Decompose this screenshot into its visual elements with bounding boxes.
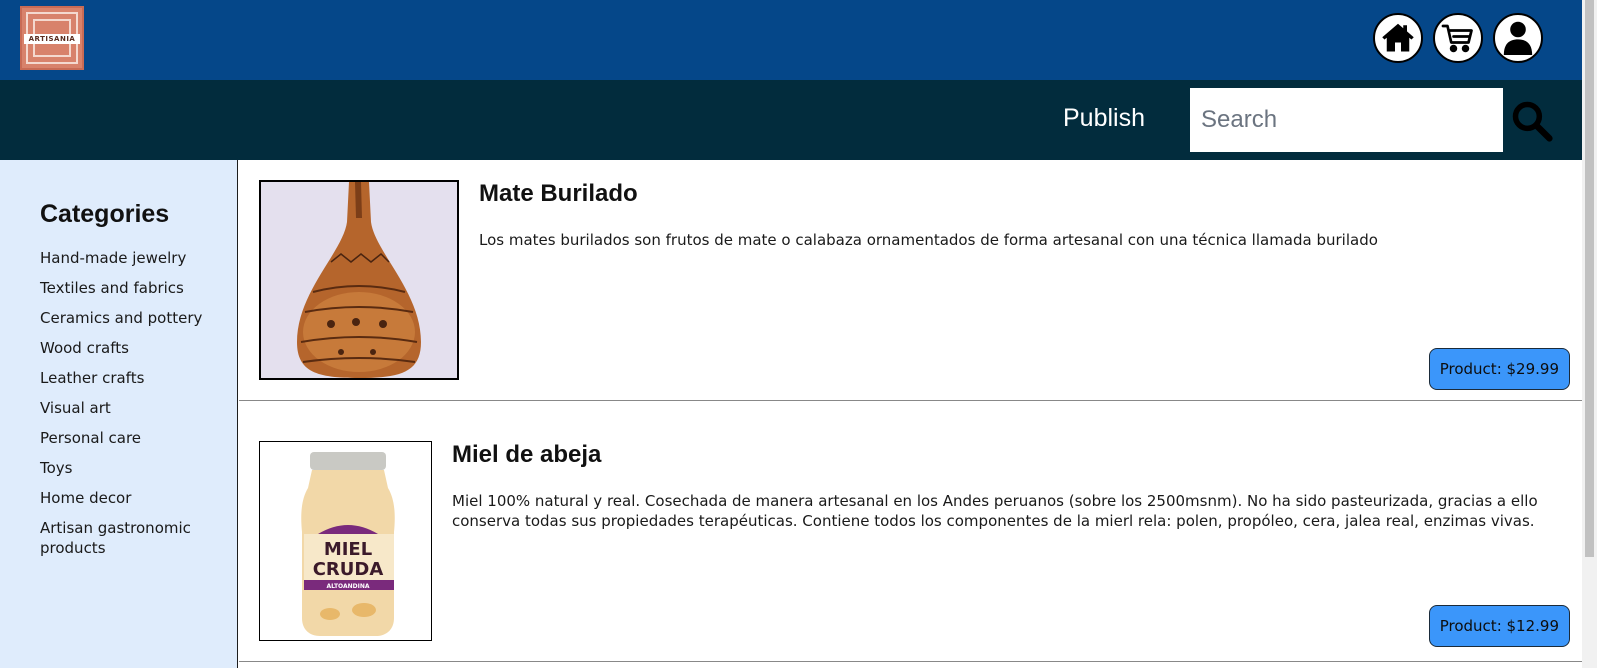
product-image-mate[interactable] xyxy=(259,180,459,380)
user-icon[interactable] xyxy=(1493,13,1543,63)
product-list: Mate Burilado Los mates burilados son fr… xyxy=(239,160,1582,668)
category-item-jewelry[interactable]: Hand-made jewelry xyxy=(40,248,230,268)
product-title[interactable]: Miel de abeja xyxy=(452,441,601,469)
category-item-textiles[interactable]: Textiles and fabrics xyxy=(40,278,230,298)
jar-label-miel: MIEL xyxy=(324,539,372,560)
category-item-home-decor[interactable]: Home decor xyxy=(40,488,230,508)
category-item-visual-art[interactable]: Visual art xyxy=(40,398,230,418)
publish-link[interactable]: Publish xyxy=(1063,104,1145,133)
categories-title: Categories xyxy=(40,200,170,228)
product-card: Mate Burilado Los mates burilados son fr… xyxy=(239,160,1582,401)
category-item-leather[interactable]: Leather crafts xyxy=(40,368,230,388)
search-button[interactable] xyxy=(1508,97,1556,145)
cart-icon[interactable] xyxy=(1433,13,1483,63)
category-item-personal-care[interactable]: Personal care xyxy=(40,428,230,448)
scrollbar-thumb[interactable] xyxy=(1585,0,1594,557)
product-description: Miel 100% natural y real. Cosechada de m… xyxy=(452,492,1538,530)
product-card: MIEL CRUDA ALTOANDINA Miel de abeja Miel… xyxy=(239,401,1582,662)
search-input[interactable] xyxy=(1190,88,1503,152)
page-scrollbar[interactable] xyxy=(1582,0,1597,668)
home-icon[interactable] xyxy=(1373,13,1423,63)
categories-list: Hand-made jewelry Textiles and fabrics C… xyxy=(40,248,230,568)
category-item-ceramics[interactable]: Ceramics and pottery xyxy=(40,308,230,328)
category-item-wood[interactable]: Wood crafts xyxy=(40,338,230,358)
jar-label-cruda: CRUDA xyxy=(313,559,384,580)
nav-bar: Publish xyxy=(0,80,1582,160)
price-button[interactable]: Product: $12.99 xyxy=(1428,605,1570,647)
logo-text: ARTISANIA xyxy=(24,34,80,44)
artisania-logo[interactable]: ARTISANIA xyxy=(20,6,84,70)
product-image-miel[interactable]: MIEL CRUDA ALTOANDINA xyxy=(259,441,432,641)
category-item-gastronomic[interactable]: Artisan gastronomic products xyxy=(40,518,230,558)
jar-label-altoandina: ALTOANDINA xyxy=(326,583,369,590)
top-header: ARTISANIA xyxy=(0,0,1582,80)
search-icon xyxy=(1512,101,1553,142)
category-item-toys[interactable]: Toys xyxy=(40,458,230,478)
categories-sidebar: Categories Hand-made jewelry Textiles an… xyxy=(0,160,238,668)
product-title[interactable]: Mate Burilado xyxy=(479,180,638,208)
product-description: Los mates burilados son frutos de mate o… xyxy=(479,231,1378,249)
price-button[interactable]: Product: $29.99 xyxy=(1428,348,1570,390)
